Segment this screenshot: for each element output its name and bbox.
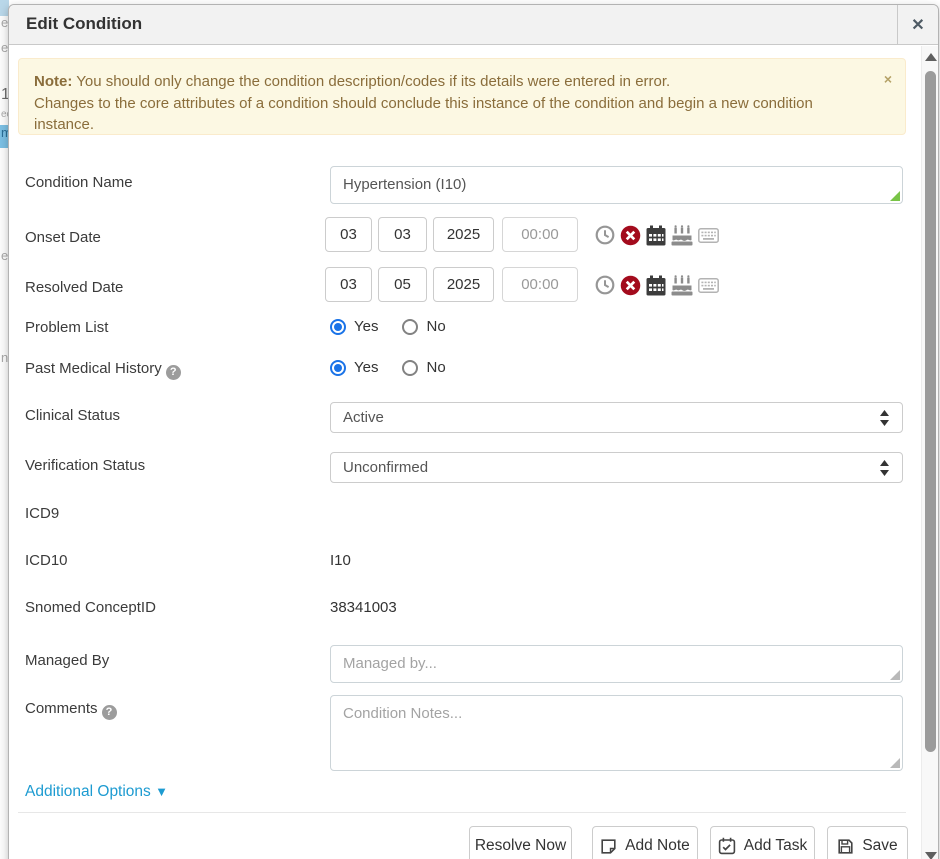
note-line1: You should only change the condition des… (72, 73, 670, 90)
save-button[interactable]: Save (827, 826, 908, 859)
onset-date-icons (595, 224, 719, 246)
clear-date-icon[interactable] (620, 275, 641, 296)
page: e e 1 ec m e ne Edit Condition ✕ Note: Y… (0, 0, 940, 859)
birthday-cake-icon[interactable] (671, 225, 693, 246)
select-arrows-icon (879, 460, 890, 476)
managed-by-label: Managed By (25, 651, 109, 671)
calendar-icon[interactable] (646, 275, 666, 296)
clinical-status-select[interactable]: Active (330, 402, 903, 433)
task-calendar-icon (718, 837, 736, 855)
keyboard-icon[interactable] (698, 228, 719, 243)
problem-list-yes-label: Yes (354, 318, 378, 335)
comments-label-text: Comments (25, 700, 98, 717)
calendar-icon[interactable] (646, 225, 666, 246)
scrollbar[interactable] (921, 46, 938, 859)
scrollbar-thumb[interactable] (925, 71, 936, 752)
problem-list-no-radio[interactable] (402, 319, 418, 335)
footer-divider (18, 812, 906, 813)
help-icon[interactable]: ? (166, 365, 181, 380)
icd9-label: ICD9 (25, 504, 59, 524)
managed-by-input[interactable] (330, 645, 903, 683)
past-medical-history-yes-radio[interactable] (330, 360, 346, 376)
past-medical-history-label: Past Medical History? (25, 359, 181, 380)
note-line2: Changes to the core attributes of a cond… (34, 95, 813, 134)
resolved-month-input[interactable] (325, 267, 372, 302)
resolved-day-input[interactable] (378, 267, 427, 302)
past-medical-history-no-radio[interactable] (402, 360, 418, 376)
warning-note: Note: You should only change the conditi… (18, 58, 906, 135)
modal-title: Edit Condition (26, 14, 142, 34)
clear-date-icon[interactable] (620, 225, 641, 246)
clinical-status-value: Active (343, 409, 384, 426)
help-icon[interactable]: ? (102, 705, 117, 720)
onset-year-input[interactable] (433, 217, 494, 252)
onset-time-input[interactable] (502, 217, 578, 252)
clock-icon[interactable] (595, 275, 615, 295)
comments-input[interactable] (330, 695, 903, 771)
additional-options-label: Additional Options (25, 783, 151, 800)
problem-list-no-label: No (426, 318, 445, 335)
clock-icon[interactable] (595, 225, 615, 245)
resolve-now-label: Resolve Now (475, 837, 566, 855)
condition-name-label: Condition Name (25, 173, 133, 193)
note-icon (600, 838, 617, 855)
onset-day-input[interactable] (378, 217, 427, 252)
add-task-button[interactable]: Add Task (710, 826, 815, 859)
select-arrows-icon (879, 410, 890, 426)
close-button[interactable]: ✕ (897, 5, 938, 45)
add-task-label: Add Task (744, 837, 807, 855)
modal-header: Edit Condition ✕ (9, 5, 938, 45)
icd10-value: I10 (330, 551, 351, 571)
resolved-time-input[interactable] (502, 267, 578, 302)
save-label: Save (862, 837, 897, 855)
snomed-conceptid-value: 38341003 (330, 598, 397, 618)
additional-options-link[interactable]: Additional Options ▼ (25, 783, 168, 801)
onset-date-label: Onset Date (25, 228, 101, 248)
problem-list-label: Problem List (25, 318, 108, 338)
resolved-year-input[interactable] (433, 267, 494, 302)
birthday-cake-icon[interactable] (671, 275, 693, 296)
scrollbar-down-arrow[interactable] (925, 852, 937, 859)
resolve-now-button[interactable]: Resolve Now (469, 826, 572, 859)
clinical-status-label: Clinical Status (25, 406, 120, 426)
close-icon: ✕ (911, 15, 924, 35)
resolved-date-icons (595, 274, 719, 296)
verification-status-select[interactable]: Unconfirmed (330, 452, 903, 483)
keyboard-icon[interactable] (698, 278, 719, 293)
verification-status-label: Verification Status (25, 456, 145, 476)
add-note-label: Add Note (625, 837, 690, 855)
problem-list-radio-group: Yes No (330, 318, 446, 335)
snomed-conceptid-label: Snomed ConceptID (25, 598, 156, 618)
chevron-down-icon: ▼ (155, 784, 168, 799)
past-medical-history-no-label: No (426, 359, 445, 376)
add-note-button[interactable]: Add Note (592, 826, 698, 859)
comments-label: Comments? (25, 699, 117, 720)
edit-condition-modal: Edit Condition ✕ Note: You should only c… (8, 4, 939, 859)
past-medical-history-radio-group: Yes No (330, 359, 446, 376)
resolved-date-label: Resolved Date (25, 278, 123, 298)
past-medical-history-label-text: Past Medical History (25, 360, 162, 377)
save-icon (837, 838, 854, 855)
problem-list-yes-radio[interactable] (330, 319, 346, 335)
note-dismiss-icon[interactable]: × (884, 69, 892, 91)
condition-name-input[interactable]: Hypertension (I10) (330, 166, 903, 204)
icd10-label: ICD10 (25, 551, 68, 571)
scrollbar-up-arrow[interactable] (925, 53, 937, 61)
onset-month-input[interactable] (325, 217, 372, 252)
verification-status-value: Unconfirmed (343, 459, 428, 476)
past-medical-history-yes-label: Yes (354, 359, 378, 376)
note-label: Note: (34, 73, 72, 90)
